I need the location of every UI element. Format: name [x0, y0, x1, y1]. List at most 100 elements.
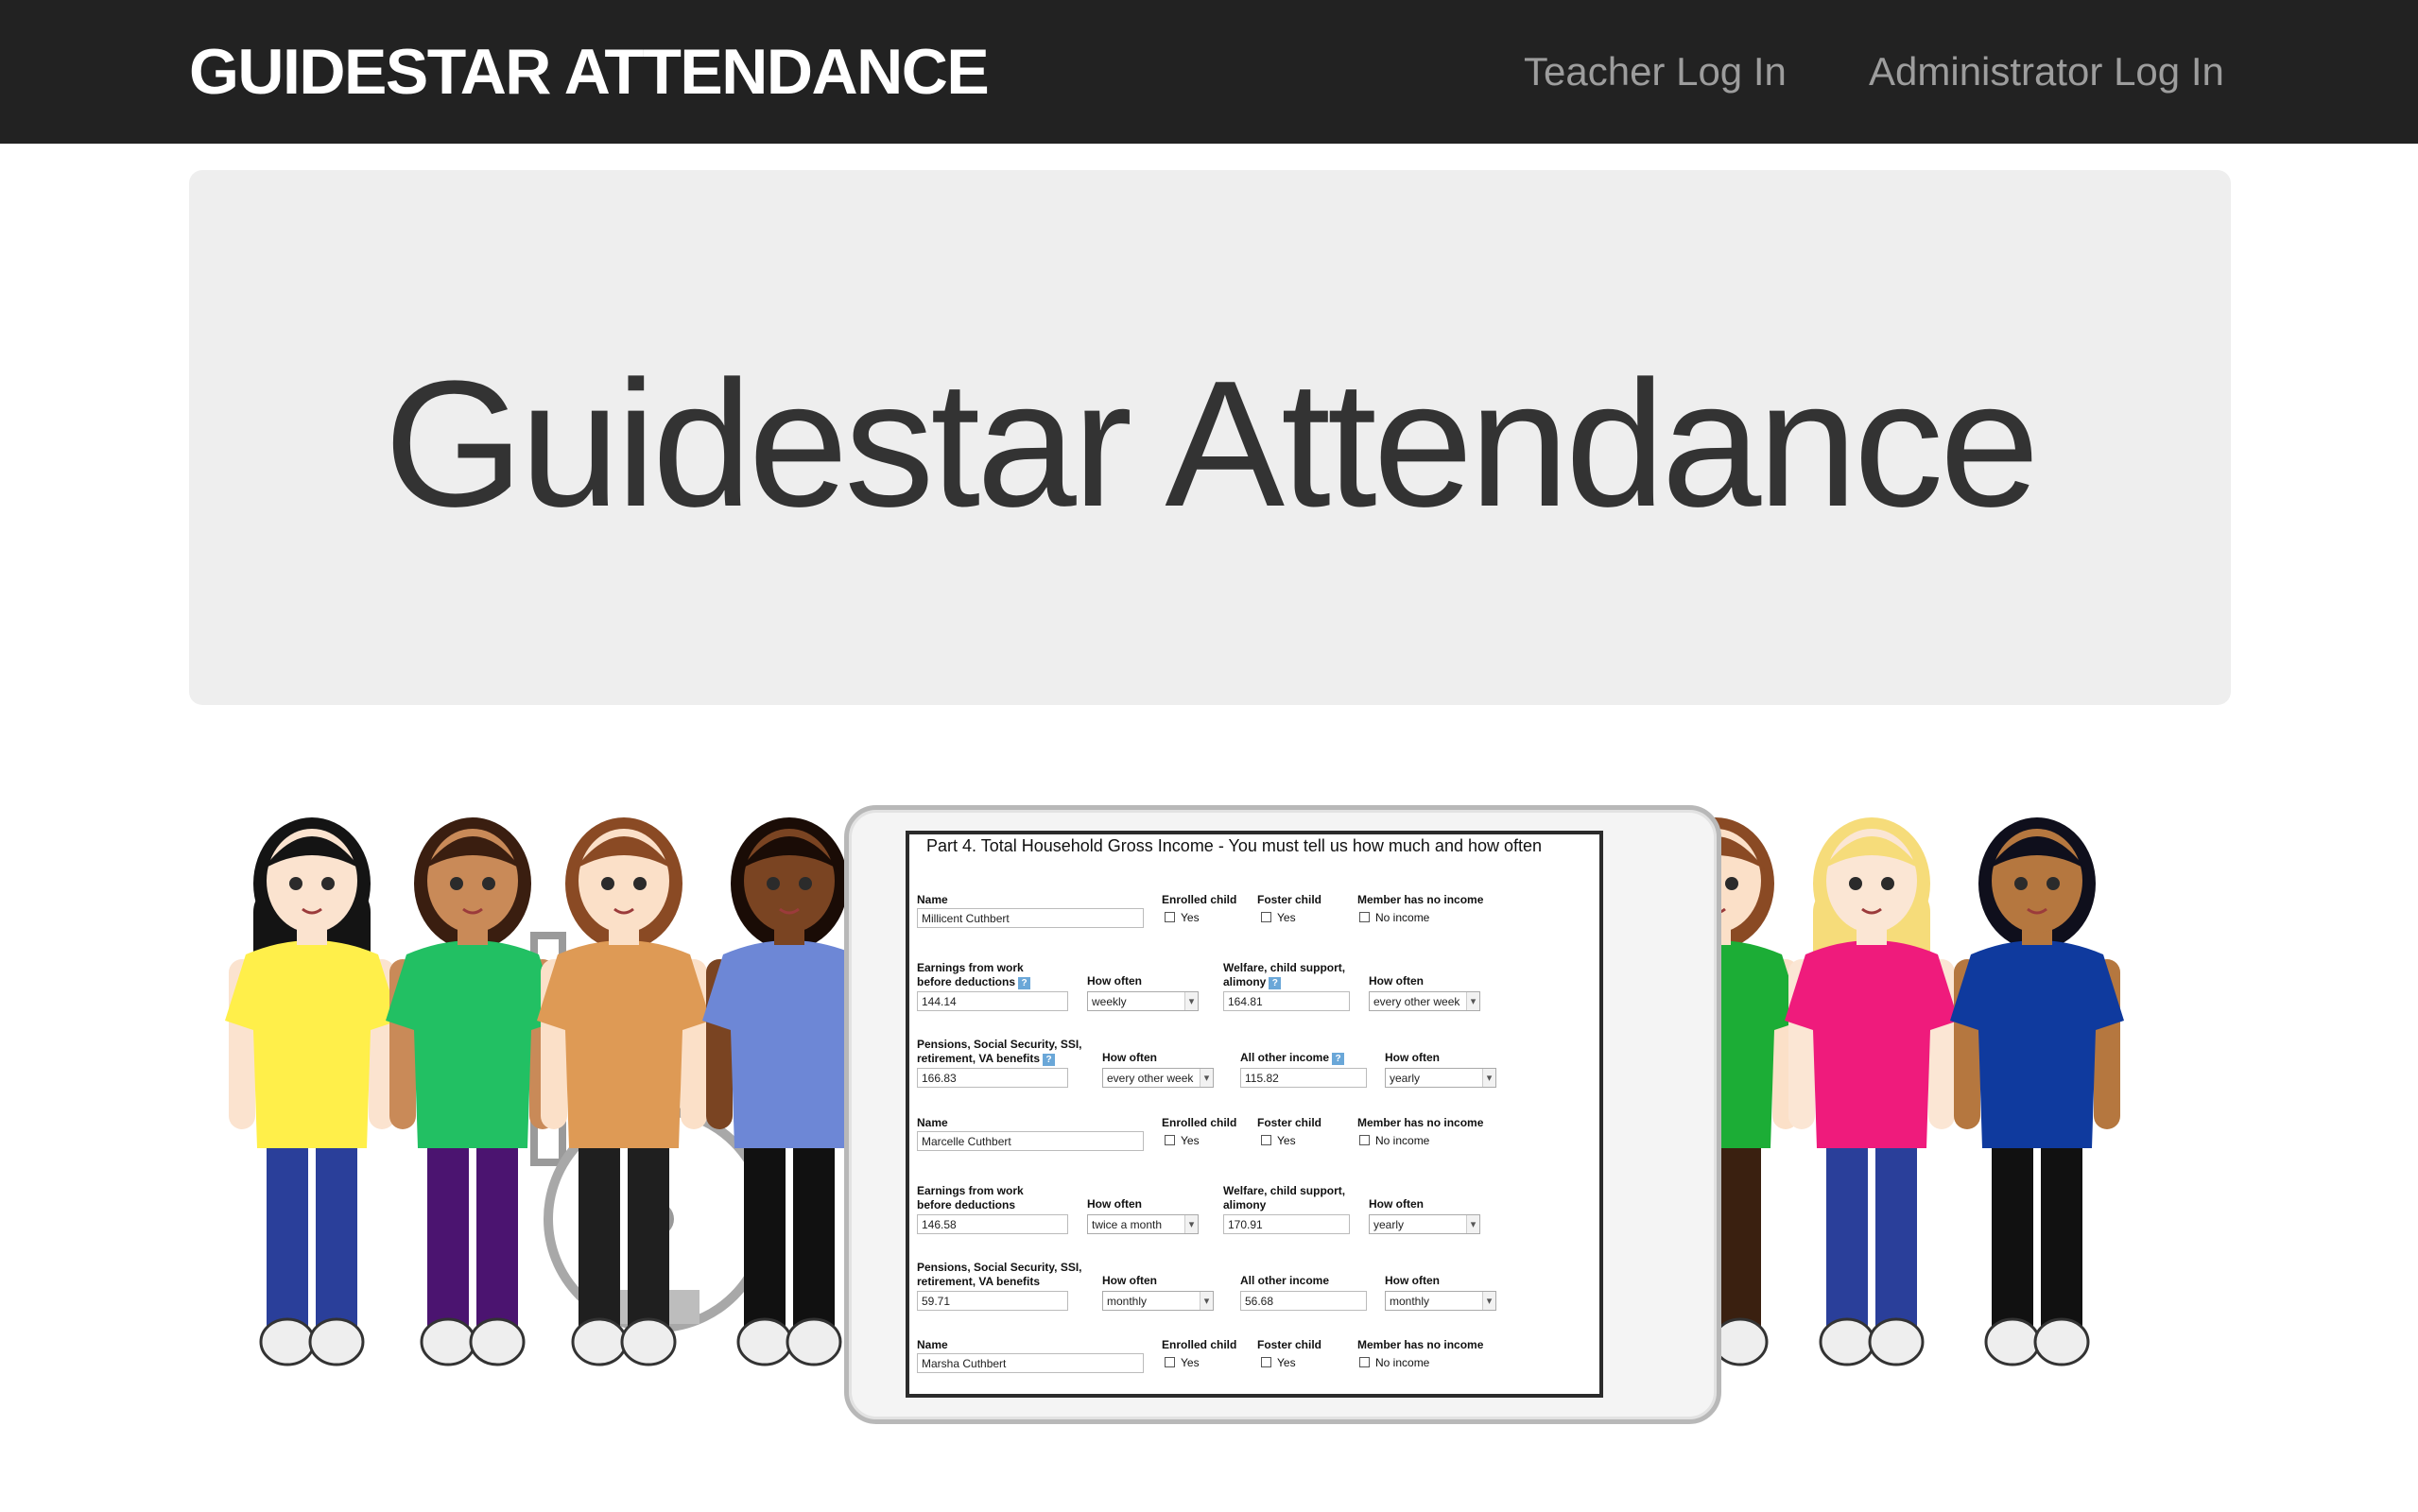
earnings-label: Earnings from work before deductions: [917, 1184, 1024, 1212]
checkbox-label: Yes: [1181, 1356, 1200, 1369]
checkbox-box[interactable]: [1165, 1357, 1175, 1367]
earnings-label-text: Earnings from work before deductions: [917, 1184, 1024, 1211]
checkbox-label: Yes: [1277, 1356, 1296, 1369]
no-income-label: Member has no income: [1357, 1338, 1484, 1351]
help-icon[interactable]: ?: [1018, 977, 1031, 989]
foster-child-checkbox[interactable]: Yes: [1261, 1133, 1296, 1148]
foster-child-label: Foster child: [1257, 893, 1322, 906]
child-figure: [1950, 817, 2124, 1366]
child-figure: [1785, 817, 1959, 1366]
pensions-frequency-select[interactable]: every other week: [1102, 1068, 1214, 1088]
checkbox-box[interactable]: [1359, 1357, 1370, 1367]
no-income-checkbox[interactable]: No income: [1359, 910, 1429, 925]
checkbox-box[interactable]: [1261, 912, 1271, 922]
welfare-frequency-select[interactable]: every other week: [1369, 991, 1480, 1011]
earnings-label-text: Earnings from work before deductions: [917, 961, 1024, 988]
earnings-field[interactable]: 146.58: [917, 1214, 1068, 1234]
page-heading: Guidestar Attendance: [384, 344, 2039, 544]
other-income-field[interactable]: 115.82: [1240, 1068, 1367, 1088]
enrolled-child-label: Enrolled child: [1162, 893, 1237, 906]
brand-logo-link[interactable]: GUIDESTAR ATTENDANCE: [189, 34, 990, 110]
income-form-screenshot: Part 4. Total Household Gross Income - Y…: [906, 831, 1603, 1398]
checkbox-box[interactable]: [1261, 1357, 1271, 1367]
checkbox-label: Yes: [1181, 1134, 1200, 1147]
help-icon[interactable]: ?: [1269, 977, 1282, 989]
pensions-label: Pensions, Social Security, SSI, retireme…: [917, 1261, 1082, 1289]
checkbox-label: Yes: [1277, 1134, 1296, 1147]
how-often-label: How often: [1102, 1274, 1157, 1287]
foster-child-label: Foster child: [1257, 1116, 1322, 1129]
checkbox-label: Yes: [1277, 911, 1296, 924]
welfare-label: Welfare, child support, alimony: [1223, 1184, 1345, 1212]
pensions-field[interactable]: 166.83: [917, 1068, 1068, 1088]
earnings-frequency-select[interactable]: weekly: [1087, 991, 1199, 1011]
other-income-label-text: All other income: [1240, 1274, 1330, 1287]
administrator-login-link[interactable]: Administrator Log In: [1869, 45, 2224, 98]
pensions-field[interactable]: 59.71: [917, 1291, 1068, 1311]
welfare-label-text: Welfare, child support, alimony: [1223, 1184, 1346, 1211]
pensions-label-text: Pensions, Social Security, SSI, retireme…: [917, 1038, 1082, 1065]
welfare-field[interactable]: 170.91: [1223, 1214, 1350, 1234]
welfare-label: Welfare, child support, alimony?: [1223, 961, 1345, 989]
checkbox-box[interactable]: [1165, 912, 1175, 922]
no-income-checkbox[interactable]: No income: [1359, 1355, 1429, 1370]
pensions-label-text: Pensions, Social Security, SSI, retireme…: [917, 1261, 1082, 1288]
foster-child-checkbox[interactable]: Yes: [1261, 910, 1296, 925]
child-figure: [225, 817, 399, 1366]
name-label: Name: [917, 1338, 948, 1351]
no-income-checkbox[interactable]: No income: [1359, 1133, 1429, 1148]
earnings-frequency-select[interactable]: twice a month: [1087, 1214, 1199, 1234]
how-often-label: How often: [1369, 974, 1424, 988]
checkbox-label: Yes: [1181, 911, 1200, 924]
checkbox-box[interactable]: [1359, 912, 1370, 922]
member-name-field[interactable]: Marcelle Cuthbert: [917, 1131, 1144, 1151]
enrolled-child-checkbox[interactable]: Yes: [1165, 1355, 1200, 1370]
other-income-label-text: All other income: [1240, 1051, 1330, 1064]
how-often-label: How often: [1385, 1274, 1440, 1287]
checkbox-label: No income: [1375, 1134, 1430, 1147]
checkbox-label: No income: [1375, 1356, 1430, 1369]
earnings-label: Earnings from work before deductions?: [917, 961, 1031, 989]
name-label: Name: [917, 893, 948, 906]
member-name-field[interactable]: Millicent Cuthbert: [917, 908, 1144, 928]
checkbox-box[interactable]: [1261, 1135, 1271, 1145]
how-often-label: How often: [1385, 1051, 1440, 1064]
jumbotron: Guidestar Attendance: [189, 170, 2231, 705]
other-income-field[interactable]: 56.68: [1240, 1291, 1367, 1311]
enrolled-child-label: Enrolled child: [1162, 1116, 1237, 1129]
teacher-login-link[interactable]: Teacher Log In: [1524, 45, 1787, 98]
enrolled-child-checkbox[interactable]: Yes: [1165, 910, 1200, 925]
help-icon[interactable]: ?: [1332, 1053, 1345, 1065]
foster-child-label: Foster child: [1257, 1338, 1322, 1351]
earnings-field[interactable]: 144.14: [917, 991, 1068, 1011]
other-income-label: All other income?: [1240, 1051, 1345, 1065]
welfare-frequency-select[interactable]: yearly: [1369, 1214, 1480, 1234]
how-often-label: How often: [1102, 1051, 1157, 1064]
enrolled-child-checkbox[interactable]: Yes: [1165, 1133, 1200, 1148]
welfare-label-text: Welfare, child support, alimony: [1223, 961, 1346, 988]
checkbox-box[interactable]: [1165, 1135, 1175, 1145]
no-income-label: Member has no income: [1357, 1116, 1484, 1129]
help-icon[interactable]: ?: [1043, 1054, 1056, 1066]
pensions-frequency-select[interactable]: monthly: [1102, 1291, 1214, 1311]
member-name-field[interactable]: Marsha Cuthbert: [917, 1353, 1144, 1373]
other-income-label: All other income: [1240, 1274, 1329, 1288]
name-label: Name: [917, 1116, 948, 1129]
form-title: Part 4. Total Household Gross Income - Y…: [926, 836, 1543, 855]
other-income-frequency-select[interactable]: yearly: [1385, 1068, 1496, 1088]
hero-illustration: Part 4. Total Household Gross Income - Y…: [189, 794, 2231, 1465]
welfare-field[interactable]: 164.81: [1223, 991, 1350, 1011]
checkbox-box[interactable]: [1359, 1135, 1370, 1145]
how-often-label: How often: [1369, 1197, 1424, 1211]
checkbox-label: No income: [1375, 911, 1430, 924]
how-often-label: How often: [1087, 1197, 1142, 1211]
no-income-label: Member has no income: [1357, 893, 1484, 906]
top-navbar: GUIDESTAR ATTENDANCE Teacher Log In Admi…: [0, 0, 2418, 144]
pensions-label: Pensions, Social Security, SSI, retireme…: [917, 1038, 1082, 1066]
how-often-label: How often: [1087, 974, 1142, 988]
child-figure: [386, 817, 560, 1366]
foster-child-checkbox[interactable]: Yes: [1261, 1355, 1296, 1370]
other-income-frequency-select[interactable]: monthly: [1385, 1291, 1496, 1311]
enrolled-child-label: Enrolled child: [1162, 1338, 1237, 1351]
tablet-device: Part 4. Total Household Gross Income - Y…: [844, 805, 1721, 1424]
